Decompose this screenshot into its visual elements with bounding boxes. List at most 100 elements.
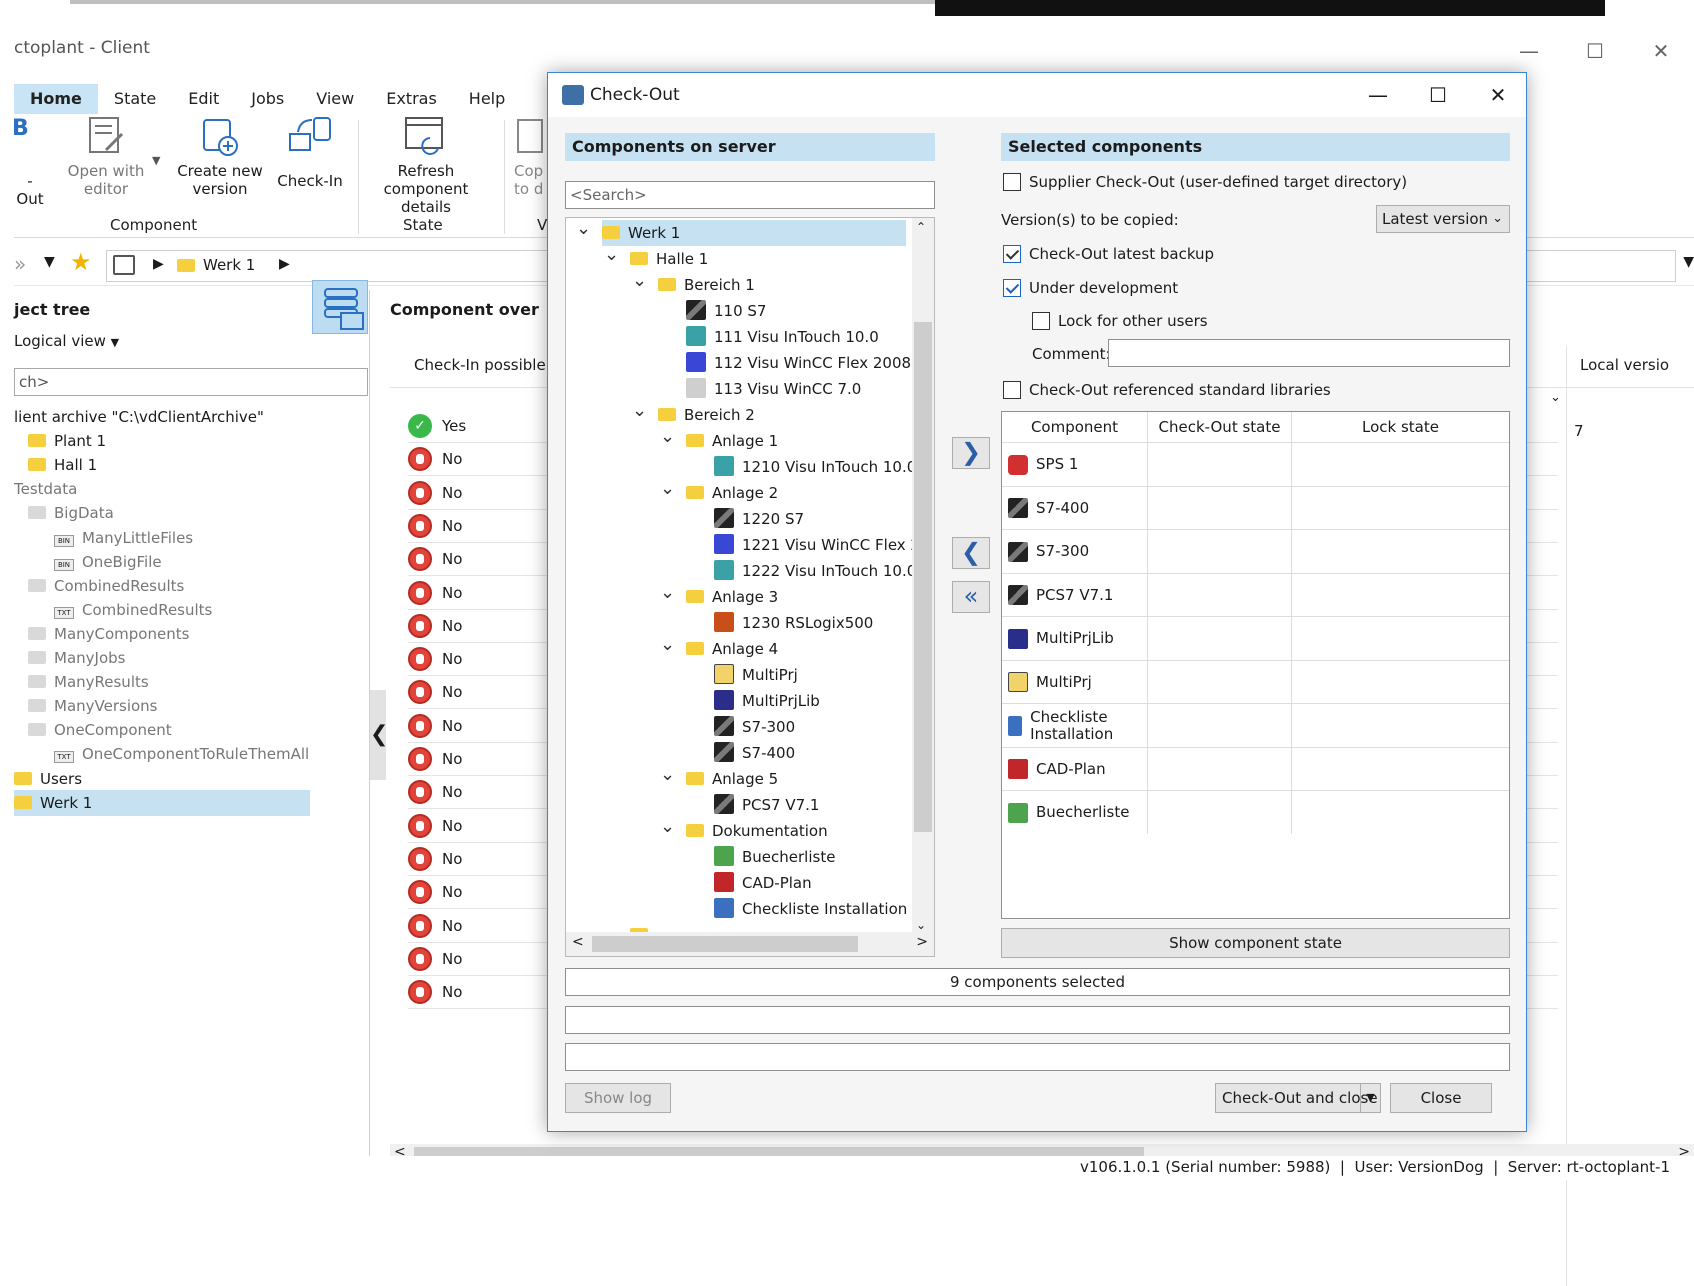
supplier-checkout-checkbox[interactable]: Supplier Check-Out (user-defined target … <box>1003 173 1407 191</box>
server-tree-node[interactable]: 112 Visu WinCC Flex 2008 <box>686 350 911 376</box>
server-tree-node[interactable]: 1221 Visu WinCC Flex 2 <box>714 532 920 558</box>
supplier-checkbox-box[interactable] <box>1003 173 1021 191</box>
server-tree-node[interactable]: CAD-Plan <box>714 870 812 896</box>
open-with-editor-button[interactable]: Open with editor <box>54 114 158 198</box>
view-selector[interactable]: Logical view ▼ <box>14 332 119 350</box>
project-tree-item[interactable]: Testdata <box>14 476 314 502</box>
expand-chevron-icon[interactable]: ⌄ <box>576 220 591 238</box>
selected-component-row[interactable]: S7-300 <box>1002 529 1509 573</box>
crumb-arrow-icon-2[interactable]: ▶ <box>279 256 290 272</box>
check-in-button[interactable]: Check-In <box>264 114 356 190</box>
selected-component-row[interactable]: SPS 1 <box>1002 442 1509 486</box>
selected-component-row[interactable]: MultiPrjLib <box>1002 616 1509 660</box>
server-tree-node[interactable]: MultiPrjLib <box>714 688 820 714</box>
project-tree-item[interactable]: CombinedResults <box>28 573 328 599</box>
server-tree-node[interactable]: 1230 RSLogix500 <box>714 610 873 636</box>
checkout-and-close-button[interactable]: Check-Out and close ▼ <box>1215 1083 1381 1113</box>
filter-icon[interactable]: ⌄ <box>1550 390 1561 405</box>
server-tree-node[interactable]: Bereich 1 <box>658 272 755 298</box>
grid-header-checkout-state[interactable]: Check-Out state <box>1148 412 1292 442</box>
crumb-dropdown-icon[interactable]: ▼ <box>1683 254 1694 270</box>
remove-all-button[interactable]: « <box>952 581 990 613</box>
dropdown-arrow-icon[interactable]: ▼ <box>152 154 160 167</box>
project-tree-item[interactable]: Users <box>14 766 314 792</box>
menu-state[interactable]: State <box>98 84 172 114</box>
refresh-details-button[interactable]: Refresh component details <box>358 114 494 216</box>
server-search-input[interactable]: <Search> <box>565 181 935 209</box>
minimize-icon[interactable]: — <box>1496 34 1562 68</box>
remove-selected-button[interactable]: ❮ <box>952 537 990 569</box>
server-tree-node[interactable]: 1222 Visu InTouch 10.0 <box>714 558 916 584</box>
selected-component-row[interactable]: MultiPrj <box>1002 659 1509 704</box>
server-tree-node[interactable]: Dokumentation <box>686 818 828 844</box>
crumb-arrow-icon[interactable]: ▶ <box>153 256 164 272</box>
server-tree-node[interactable]: Anlage 2 <box>686 480 778 506</box>
server-tree-node[interactable]: S7-300 <box>714 714 795 740</box>
selected-component-row[interactable]: PCS7 V7.1 <box>1002 572 1509 617</box>
server-tree-node[interactable]: Anlage 4 <box>686 636 778 662</box>
menu-help[interactable]: Help <box>453 84 521 114</box>
menu-extras[interactable]: Extras <box>370 84 453 114</box>
dialog-close-icon[interactable]: ✕ <box>1470 79 1526 111</box>
checkout-button[interactable]: -Out <box>14 172 46 208</box>
expand-chevron-icon[interactable]: ⌄ <box>660 428 675 446</box>
server-tree-node[interactable]: Werk 1 <box>602 220 906 246</box>
grid-header-lock-state[interactable]: Lock state <box>1292 412 1509 442</box>
under-development-checkbox[interactable]: Under development <box>1003 279 1178 297</box>
project-tree-item[interactable]: TXT OneComponentToRuleThemAll <box>54 741 354 767</box>
menu-view[interactable]: View <box>300 84 370 114</box>
lock-others-checkbox[interactable]: Lock for other users <box>1032 312 1208 330</box>
expand-chevron-icon[interactable]: ⌄ <box>604 246 619 264</box>
server-tree-node[interactable]: Buecherliste <box>714 844 835 870</box>
expand-chevron-icon[interactable]: ⌄ <box>660 584 675 602</box>
collapse-pane-icon[interactable]: ❮ <box>370 690 388 780</box>
col-checkin-possible[interactable]: Check-In possible <box>414 356 546 374</box>
project-tree-item[interactable]: Werk 1 <box>14 789 310 816</box>
expand-chevron-icon[interactable]: ⌄ <box>660 636 675 654</box>
selected-component-row[interactable]: S7-400 <box>1002 485 1509 530</box>
menu-jobs[interactable]: Jobs <box>235 84 300 114</box>
server-tree-node[interactable]: Anlage 1 <box>686 428 778 454</box>
server-tree-node[interactable]: PCS7 V7.1 <box>714 792 819 818</box>
forward-icon[interactable]: » <box>14 252 26 276</box>
checkout-dropdown-icon[interactable]: ▼ <box>1360 1084 1380 1112</box>
project-tree-item[interactable]: ManyComponents <box>28 621 328 647</box>
project-tree-item[interactable]: Plant 1 <box>28 428 328 454</box>
under-development-box[interactable] <box>1003 279 1021 297</box>
comment-input[interactable] <box>1108 339 1510 367</box>
create-new-version-button[interactable]: Create new version <box>164 114 276 198</box>
project-tree-item[interactable]: BIN OneBigFile <box>54 549 354 575</box>
selected-component-row[interactable]: Checkliste Installation <box>1002 703 1509 747</box>
expand-chevron-icon[interactable]: ⌄ <box>660 480 675 498</box>
versions-select[interactable]: Latest version ⌄ <box>1376 205 1510 233</box>
expand-chevron-icon[interactable]: ⌄ <box>660 818 675 836</box>
expand-chevron-icon[interactable]: ⌄ <box>660 766 675 784</box>
project-tree-item[interactable]: ManyVersions <box>28 693 328 719</box>
server-tree-node[interactable]: MultiPrj <box>714 662 798 688</box>
project-tree-item[interactable]: ManyResults <box>28 669 328 695</box>
server-tree-node[interactable]: Checkliste Installation <box>714 896 907 922</box>
server-tree-node[interactable]: Bereich 2 <box>658 402 755 428</box>
latest-backup-box[interactable] <box>1003 245 1021 263</box>
server-tree-node[interactable]: 110 S7 <box>686 298 766 324</box>
show-component-state-button[interactable]: Show component state <box>1001 928 1510 958</box>
server-tree-node[interactable]: Anlage 5 <box>686 766 778 792</box>
grid-header-component[interactable]: Component <box>1002 412 1148 442</box>
server-tree-node[interactable]: Anlage 3 <box>686 584 778 610</box>
project-tree-item[interactable]: lient archive "C:\vdClientArchive" <box>14 404 314 430</box>
tree-vscroll[interactable]: ⌃ ⌄ <box>912 218 934 934</box>
maximize-icon[interactable]: ☐ <box>1562 34 1628 68</box>
server-tree-node[interactable]: 1220 S7 <box>714 506 804 532</box>
project-tree-item[interactable]: BigData <box>28 500 328 526</box>
menu-home[interactable]: Home <box>14 84 98 114</box>
server-tree-node[interactable]: S7-400 <box>714 740 795 766</box>
server-tree-node[interactable]: Halle 1 <box>630 246 708 272</box>
close-button[interactable]: Close <box>1390 1083 1492 1113</box>
server-tree-node[interactable]: 1210 Visu InTouch 10.0 <box>714 454 916 480</box>
project-tree-item[interactable]: ManyJobs <box>28 645 328 671</box>
project-tree-item[interactable]: TXT CombinedResults <box>54 597 354 623</box>
add-selected-button[interactable]: ❯ <box>952 437 990 469</box>
dialog-maximize-icon[interactable]: ☐ <box>1410 79 1466 111</box>
expand-chevron-icon[interactable]: ⌄ <box>632 272 647 290</box>
ref-libs-checkbox[interactable]: Check-Out referenced standard libraries <box>1003 381 1331 399</box>
